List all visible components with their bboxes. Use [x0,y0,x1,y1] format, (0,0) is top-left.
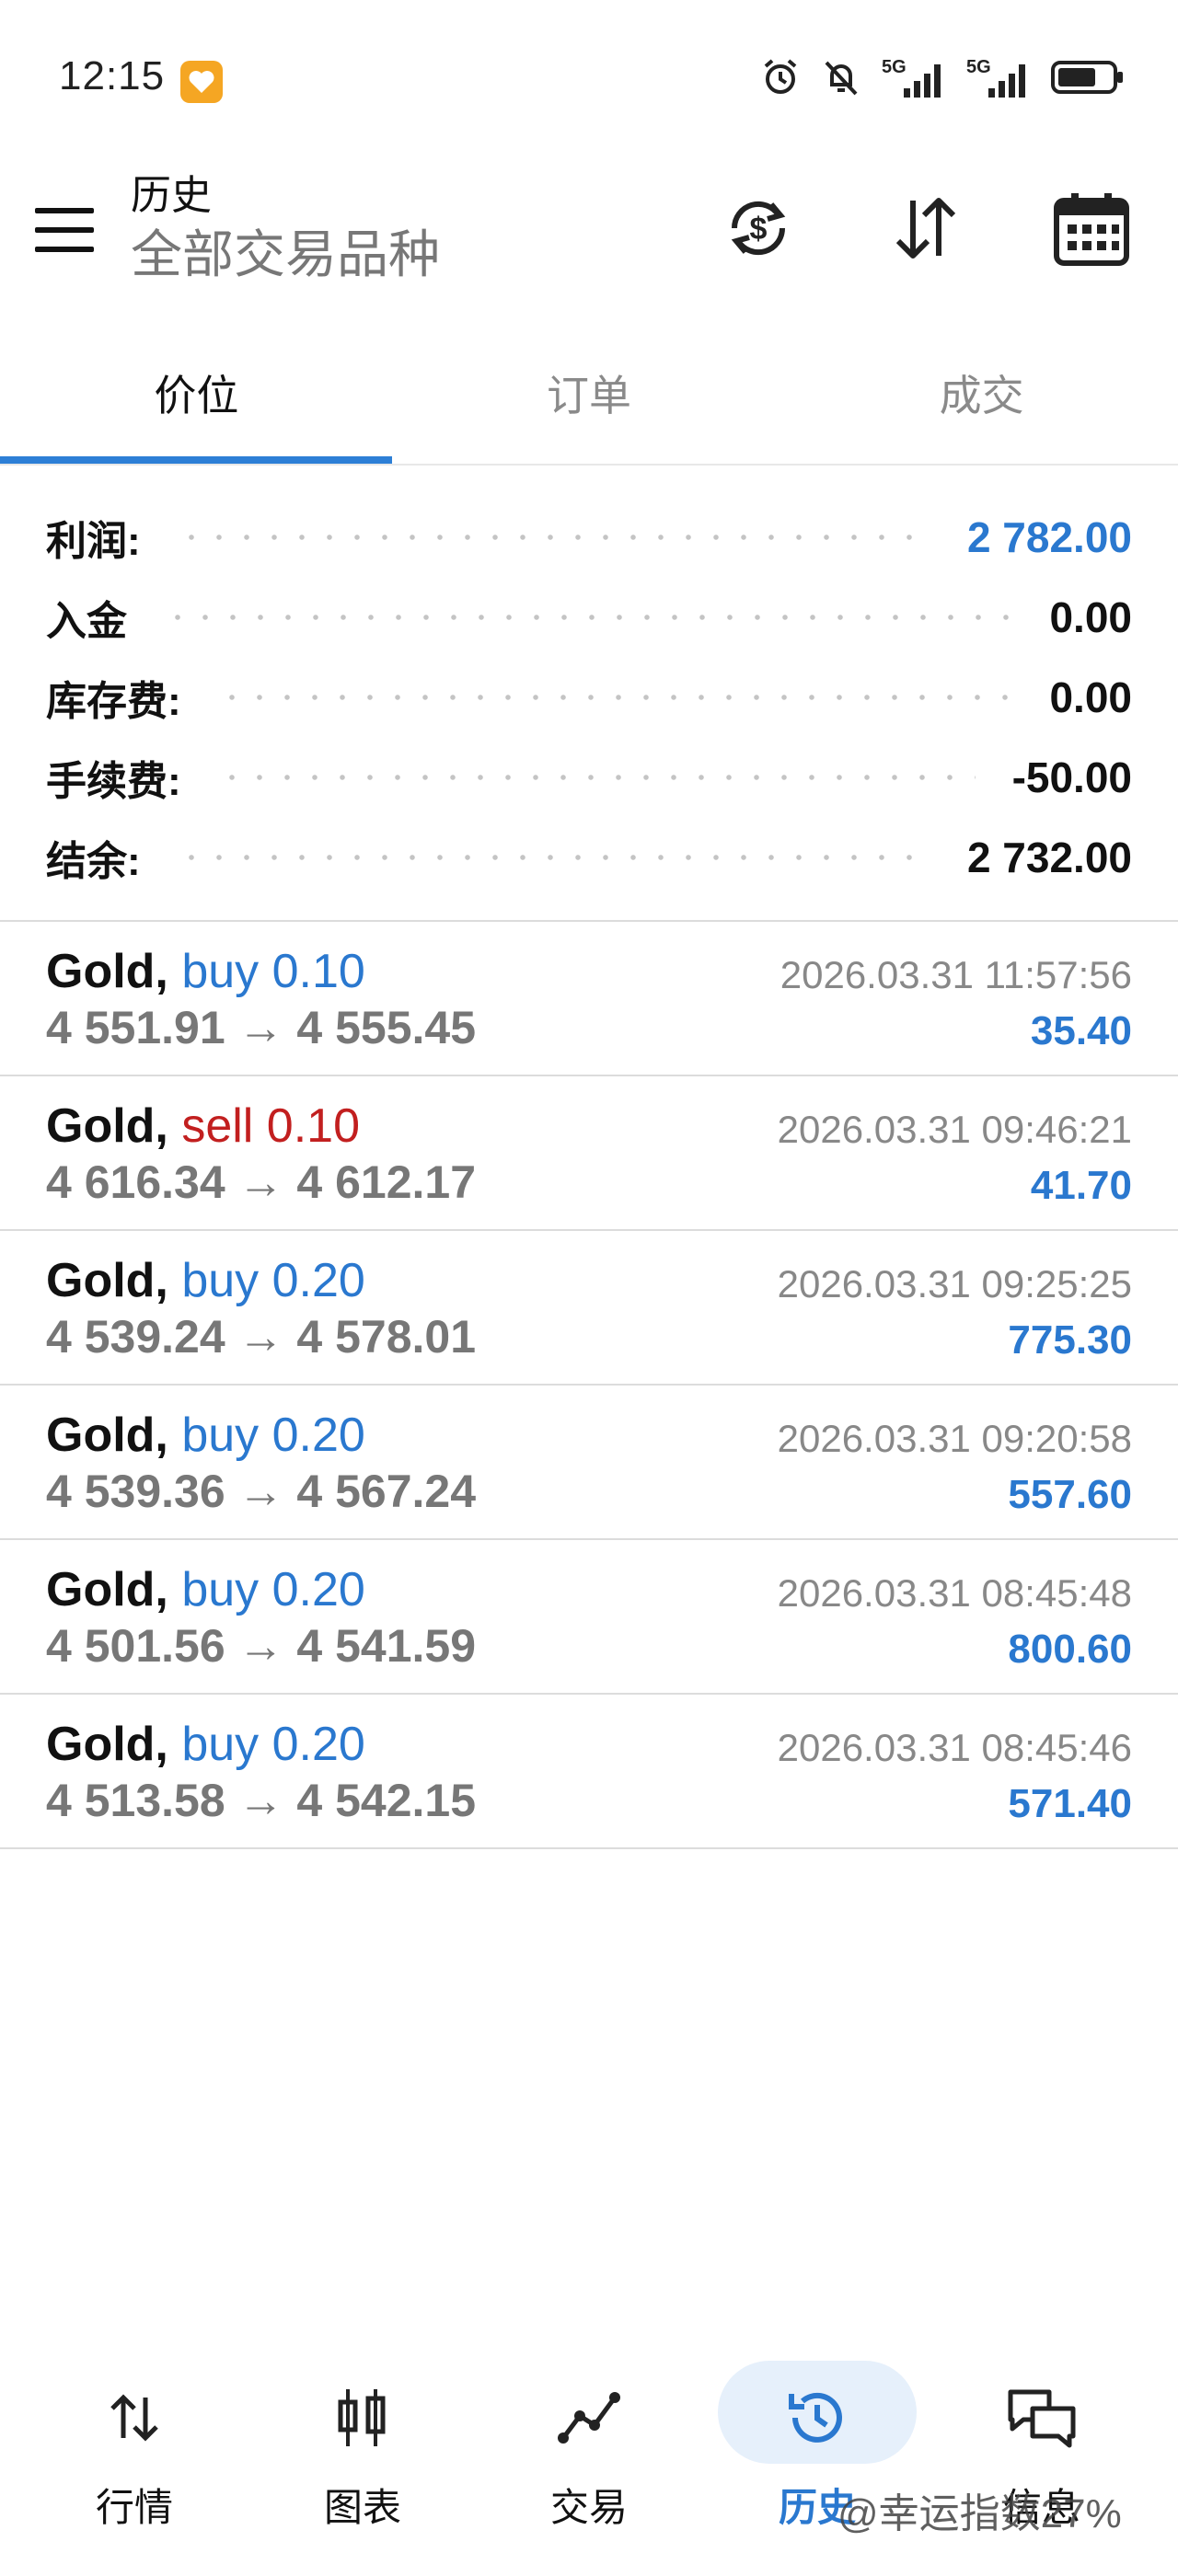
summary-value: 2 782.00 [966,512,1132,561]
deal-symbol: Gold, [46,1718,168,1771]
status-bar: 12:15 5G 5G [0,0,1178,156]
mute-bell-icon [825,61,858,96]
dotted-leader [164,614,1013,620]
battery-icon [1051,61,1123,94]
deal-symbol: Gold, [46,1409,168,1462]
deal-prices: 4 539.36 → 4 567.24 [46,1466,477,1517]
deal-time: 2026.03.31 08:45:48 [777,1571,1132,1615]
sort-button[interactable] [882,184,970,272]
summary-label: 利润: [46,518,141,564]
deal-row[interactable]: Gold, buy 0.20 4 513.58 → 4 542.15 2026.… [0,1695,1178,1849]
signal-icon [988,64,1025,98]
chat-bubbles-icon [1005,2381,1079,2455]
summary-commission: 手续费: -50.00 [0,737,1178,817]
summary-balance: 结余: 2 732.00 [0,817,1178,897]
watermark: @幸运指数27% [837,2491,1122,2536]
summary-label: 库存费: [46,678,181,724]
deal-symbol: Gold, [46,1563,168,1616]
deal-profit: 557.60 [1008,1472,1132,1517]
dotted-leader [177,854,930,860]
summary-profit: 利润: 2 782.00 [0,497,1178,577]
deal-prices: 4 551.91 → 4 555.45 [46,1002,477,1053]
deals-list: Gold, buy 0.10 4 551.91 → 4 555.45 2026.… [0,922,1178,1849]
symbol-filter[interactable]: 全部交易品种 [131,213,440,288]
tab-active-indicator [0,456,392,464]
currency-refresh-icon: $ [731,201,786,256]
deal-time: 2026.03.31 09:20:58 [777,1417,1132,1460]
summary-value: 0.00 [1049,592,1132,641]
deal-side: buy 0.10 [181,945,365,998]
deal-side: buy 0.20 [181,1563,365,1616]
trade-line-icon [552,2381,626,2455]
summary-deposit: 入金 0.00 [0,577,1178,657]
signal-5g-1: 5G [882,57,946,98]
tab-bar: 价位 订单 成交 [0,340,1178,465]
alarm-icon [764,59,797,94]
candlestick-icon [326,2381,399,2455]
summary-label: 结余: [46,838,141,884]
summary-value: 0.00 [1049,673,1132,721]
tab-divider [0,464,1178,466]
deal-prices: 4 501.56 → 4 541.59 [46,1620,477,1672]
status-icons: 5G 5G [760,57,1125,98]
nav-trade[interactable]: 交易 [471,2337,707,2576]
signal-5g-2: 5G [966,57,1031,98]
deal-side: sell 0.10 [181,1099,361,1153]
deal-side: buy 0.20 [181,1254,365,1307]
deal-time: 2026.03.31 08:45:46 [777,1726,1132,1769]
deal-row[interactable]: Gold, buy 0.20 4 501.56 → 4 541.59 2026.… [0,1540,1178,1695]
dotted-leader [217,774,976,780]
deal-side: buy 0.20 [181,1409,365,1462]
deal-profit: 775.30 [1008,1317,1132,1363]
deal-symbol: Gold, [46,1254,168,1307]
summary-panel: 利润: 2 782.00 入金 0.00 库存费: 0.00 手续费: -50.… [0,497,1178,897]
bottom-navigation: 行情 图表 交易 历史 信息 [0,2337,1178,2576]
history-clock-icon [780,2381,854,2455]
summary-value: 2 732.00 [966,833,1132,881]
currency-refresh-button[interactable]: $ [714,184,803,272]
deal-row[interactable]: Gold, buy 0.20 4 539.36 → 4 567.24 2026.… [0,1386,1178,1540]
deal-symbol: Gold, [46,945,168,998]
menu-button[interactable] [35,204,94,256]
deal-time: 2026.03.31 11:57:56 [780,953,1132,996]
nav-history[interactable]: 历史 [699,2337,935,2576]
deal-row[interactable]: Gold, sell 0.10 4 616.34 → 4 612.17 2026… [0,1076,1178,1231]
deal-side: buy 0.20 [181,1718,365,1771]
calendar-icon [1054,193,1129,266]
summary-swap: 库存费: 0.00 [0,657,1178,737]
page-title: 历史 [131,173,212,218]
deal-prices: 4 513.58 → 4 542.15 [46,1775,477,1826]
deal-profit: 800.60 [1008,1627,1132,1672]
tab-deals[interactable]: 成交 [785,340,1178,465]
summary-label: 入金 [46,598,127,644]
summary-value: -50.00 [1011,753,1132,801]
deal-prices: 4 616.34 → 4 612.17 [46,1156,477,1208]
deal-prices: 4 539.24 → 4 578.01 [46,1311,477,1363]
menu-icon [35,208,94,213]
date-range-button[interactable] [1047,184,1136,272]
deal-time: 2026.03.31 09:25:25 [777,1262,1132,1305]
dotted-leader [177,534,930,540]
svg-text:$: $ [750,212,768,247]
app-notification-icon [180,61,223,103]
deal-row[interactable]: Gold, buy 0.20 4 539.24 → 4 578.01 2026.… [0,1231,1178,1386]
signal-icon [904,64,941,98]
deal-symbol: Gold, [46,1099,168,1153]
summary-label: 手续费: [46,758,181,804]
nav-messages[interactable]: 信息 [924,2337,1160,2576]
nav-quotes[interactable]: 行情 [17,2337,252,2576]
arrows-up-down-icon [98,2381,171,2455]
tab-orders[interactable]: 订单 [393,340,786,465]
status-time: 12:15 [59,53,166,98]
deal-profit: 41.70 [1030,1163,1132,1208]
tab-positions[interactable]: 价位 [0,340,393,465]
dotted-leader [217,694,1013,700]
app-header: 历史 全部交易品种 $ [0,156,1178,313]
sort-arrows-icon [895,198,956,259]
deal-profit: 571.40 [1008,1781,1132,1826]
deal-time: 2026.03.31 09:46:21 [777,1108,1132,1151]
deal-profit: 35.40 [1030,1008,1132,1053]
nav-charts[interactable]: 图表 [245,2337,480,2576]
deal-row[interactable]: Gold, buy 0.10 4 551.91 → 4 555.45 2026.… [0,922,1178,1076]
